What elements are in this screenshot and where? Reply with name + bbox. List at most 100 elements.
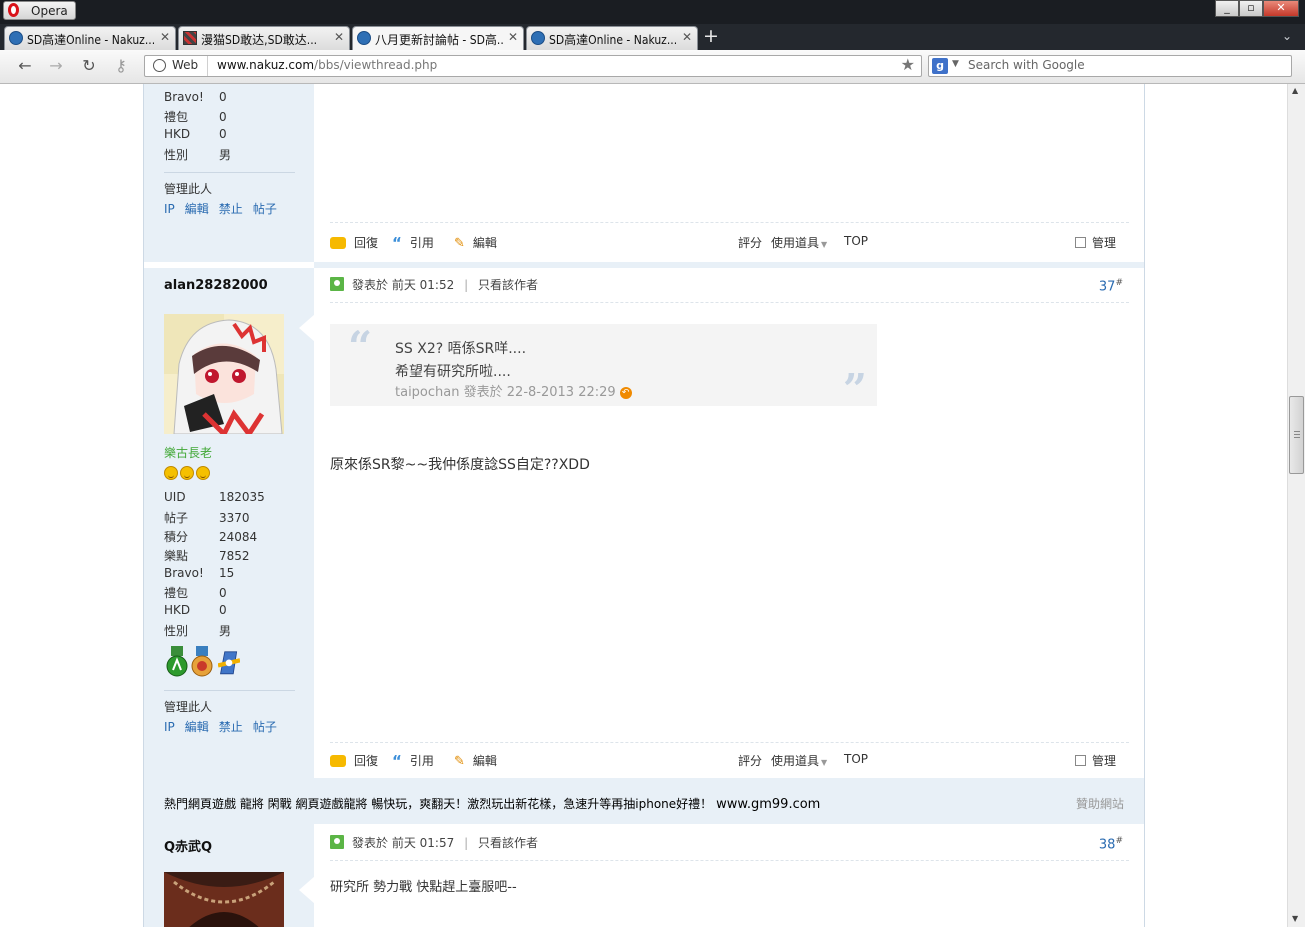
forward-icon[interactable]: → — [45, 56, 67, 76]
author-only-link[interactable]: 只看該作者 — [478, 836, 538, 850]
url-host: www.nakuz.com — [217, 58, 315, 72]
floor-number[interactable]: 37# — [1099, 278, 1123, 294]
manage-checkbox[interactable]: 管理 — [1075, 234, 1116, 251]
edit-button[interactable]: ✎ 編輯 — [454, 752, 497, 769]
maximize-button[interactable]: ▫ — [1239, 0, 1263, 17]
post-body: 研究所 勢力戰 快點趕上臺服吧-- — [330, 880, 517, 895]
engine-dropdown-icon[interactable]: ▼ — [952, 59, 959, 69]
url-path: /bbs/viewthread.php — [314, 58, 438, 72]
forum-thread: Bravo! 0 禮包 0 HKD 0 性別男 管理此人 IP 編輯 禁止 帖子 回復 “引… — [143, 84, 1145, 927]
floor-number[interactable]: 38# — [1099, 836, 1123, 852]
author-avatar[interactable] — [164, 314, 284, 439]
medal-icon[interactable] — [166, 646, 188, 678]
quote-button[interactable]: “引用 — [392, 234, 434, 252]
manage-ip-link[interactable]: IP — [164, 202, 175, 216]
avatar-pointer — [299, 314, 315, 342]
quote-icon: “ — [392, 752, 402, 770]
scrollbar-thumb[interactable] — [1289, 396, 1304, 474]
manage-edit-link[interactable]: 編輯 — [185, 720, 209, 734]
tab-3[interactable]: 八月更新討論帖 - SD高... ✕ — [352, 26, 524, 50]
user-rank: 樂古長老 — [164, 446, 213, 460]
opera-menu-button[interactable]: Opera — [3, 1, 76, 20]
quote-button[interactable]: “引用 — [392, 752, 434, 770]
stat-row: Bravo! 0 — [164, 90, 227, 104]
manage-user-title: 管理此人 — [164, 700, 213, 714]
sponsor-site-link[interactable]: 贊助網站 — [1076, 795, 1124, 812]
manage-posts-link[interactable]: 帖子 — [253, 720, 277, 734]
search-field[interactable]: g ▼ Search with Google — [928, 55, 1292, 77]
tools-dropdown[interactable]: 使用道具 ▼ — [771, 234, 827, 251]
url-text: www.nakuz.com/bbs/viewthread.php — [217, 58, 437, 72]
google-engine-icon[interactable]: g — [932, 58, 948, 74]
author-username[interactable]: Q赤武Q — [164, 836, 212, 855]
smiley-icon — [164, 466, 178, 480]
reply-bubble-icon — [330, 755, 346, 767]
web-mode-badge[interactable]: Web — [145, 56, 208, 76]
manage-ip-link[interactable]: IP — [164, 720, 175, 734]
edit-button[interactable]: ✎ 編輯 — [454, 234, 497, 251]
globe-icon — [153, 59, 166, 72]
tab-label: 漫猫SD敢达,SD敢达... — [201, 33, 318, 47]
tab-1[interactable]: SD高達Online - Nakuz... ✕ — [4, 26, 176, 50]
close-tab-icon[interactable]: ✕ — [334, 30, 344, 44]
medal-icon[interactable] — [218, 646, 240, 678]
stat-row: 性別男 — [164, 624, 232, 638]
tab-4[interactable]: SD高達Online - Nakuz... ✕ — [526, 26, 698, 50]
avatar-pointer — [299, 876, 315, 904]
vertical-scrollbar[interactable]: ▲ ▼ — [1287, 84, 1305, 927]
author-only-link[interactable]: 只看該作者 — [478, 278, 538, 292]
jump-to-post-icon[interactable]: ↶ — [619, 387, 632, 399]
manage-edit-link[interactable]: 編輯 — [185, 202, 209, 216]
top-link[interactable]: TOP — [844, 752, 868, 766]
manage-user-links: IP 編輯 禁止 帖子 — [164, 718, 287, 735]
tab-bar: SD高達Online - Nakuz... ✕ 漫猫SD敢达,SD敢达... ✕… — [0, 24, 1305, 50]
bookmark-star-icon[interactable]: ★ — [901, 55, 915, 74]
open-quote-icon: “ — [348, 322, 373, 371]
manage-ban-link[interactable]: 禁止 — [219, 720, 243, 734]
tab-menu-chevron-icon[interactable]: ⌄ — [1282, 29, 1292, 43]
manage-checkbox[interactable]: 管理 — [1075, 752, 1116, 769]
prev-post-sidebar: Bravo! 0 禮包 0 HKD 0 性別男 管理此人 IP 編輯 禁止 帖子 — [144, 84, 314, 262]
medal-icon[interactable] — [191, 646, 213, 678]
checkbox-icon — [1075, 237, 1086, 248]
sponsor-bar: 熱門網頁遊戲 龍將 閑戰 網頁遊戲龍將 暢快玩，爽翻天！激烈玩出新花樣，急速升等… — [144, 778, 1144, 824]
reply-button[interactable]: 回復 — [330, 234, 378, 251]
avatar-image-icon — [164, 872, 284, 927]
new-tab-icon[interactable]: + — [703, 25, 719, 47]
scroll-down-icon[interactable]: ▼ — [1292, 914, 1298, 923]
reload-icon[interactable]: ↻ — [78, 56, 100, 76]
manage-ban-link[interactable]: 禁止 — [219, 202, 243, 216]
close-tab-icon[interactable]: ✕ — [682, 30, 692, 44]
quote-icon: “ — [392, 234, 402, 252]
post-time: 前天 01:52 — [391, 278, 455, 292]
tab-2[interactable]: 漫猫SD敢达,SD敢达... ✕ — [178, 26, 350, 50]
sponsor-ad-link[interactable]: 熱門網頁遊戲 龍將 閑戰 網頁遊戲龍將 暢快玩，爽翻天！激烈玩出新花樣，急速升等… — [164, 795, 820, 812]
user-status-icon — [330, 277, 344, 291]
rank-stars — [164, 466, 212, 483]
tab-label: SD高達Online - Nakuz... — [27, 33, 155, 47]
key-icon[interactable]: ⚷ — [110, 56, 132, 76]
manage-posts-link[interactable]: 帖子 — [253, 202, 277, 216]
rate-button[interactable]: 評分 — [738, 234, 762, 251]
close-window-button[interactable]: ✕ — [1263, 0, 1299, 17]
post-38-main: 發表於 前天 01:57 | 只看該作者 38# 研究所 勢力戰 快點趕上臺服吧… — [314, 824, 1144, 927]
close-tab-icon[interactable]: ✕ — [508, 30, 518, 44]
back-icon[interactable]: ← — [14, 56, 36, 76]
close-tab-icon[interactable]: ✕ — [160, 30, 170, 44]
post-37-main: 發表於 前天 01:52 | 只看該作者 37# “ ” SS X2? 唔係SR… — [314, 268, 1144, 778]
minimize-button[interactable]: _ — [1215, 0, 1239, 17]
author-avatar[interactable] — [164, 872, 284, 927]
scroll-up-icon[interactable]: ▲ — [1292, 86, 1298, 95]
post-body: 原來係SR黎~~我仲係度諗SS自定??XDD — [330, 457, 590, 473]
url-field[interactable]: Web www.nakuz.com/bbs/viewthread.php ★ — [144, 55, 922, 77]
tools-dropdown[interactable]: 使用道具 ▼ — [771, 752, 827, 769]
page-viewport: Bravo! 0 禮包 0 HKD 0 性別男 管理此人 IP 編輯 禁止 帖子 回復 “引… — [0, 84, 1287, 927]
web-mode-label: Web — [172, 58, 199, 72]
author-username[interactable]: alan28282000 — [164, 278, 268, 293]
rate-button[interactable]: 評分 — [738, 752, 762, 769]
quote-block: “ ” SS X2? 唔係SR咩.... 希望有研究所啦.... taipoch… — [330, 322, 877, 414]
top-link[interactable]: TOP — [844, 234, 868, 248]
divider — [330, 302, 1129, 303]
opera-logo-icon — [8, 3, 19, 17]
reply-button[interactable]: 回復 — [330, 752, 378, 769]
